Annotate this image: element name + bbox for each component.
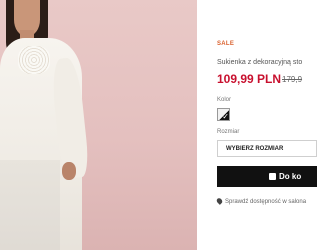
location-pin-icon	[215, 197, 224, 205]
size-label: Rozmiar	[217, 129, 240, 135]
color-label: Kolor	[217, 97, 232, 103]
add-to-cart-button[interactable]: Do ko	[217, 166, 317, 187]
store-check-label: Sprawdź dostępność w salona	[225, 199, 307, 205]
add-to-cart-label: Do ko	[279, 172, 302, 181]
sale-badge: SALE	[217, 41, 235, 47]
product-details-panel: SALE Sukienka z dekoracyjną sto 109,99 P…	[197, 0, 317, 250]
checkmark-icon: ✓	[222, 112, 229, 121]
color-swatch[interactable]: ✓	[217, 108, 230, 121]
old-price: 179,9	[282, 75, 303, 84]
check-store-availability-link[interactable]: Sprawdź dostępność w salona	[215, 197, 307, 205]
product-image[interactable]	[0, 0, 197, 250]
size-select[interactable]: WYBIERZ ROZMIAR	[217, 140, 317, 157]
current-price: 109,99 PLN	[217, 72, 282, 86]
product-title: Sukienka z dekoracyjną sto	[217, 59, 303, 66]
shopping-bag-icon	[269, 173, 276, 180]
